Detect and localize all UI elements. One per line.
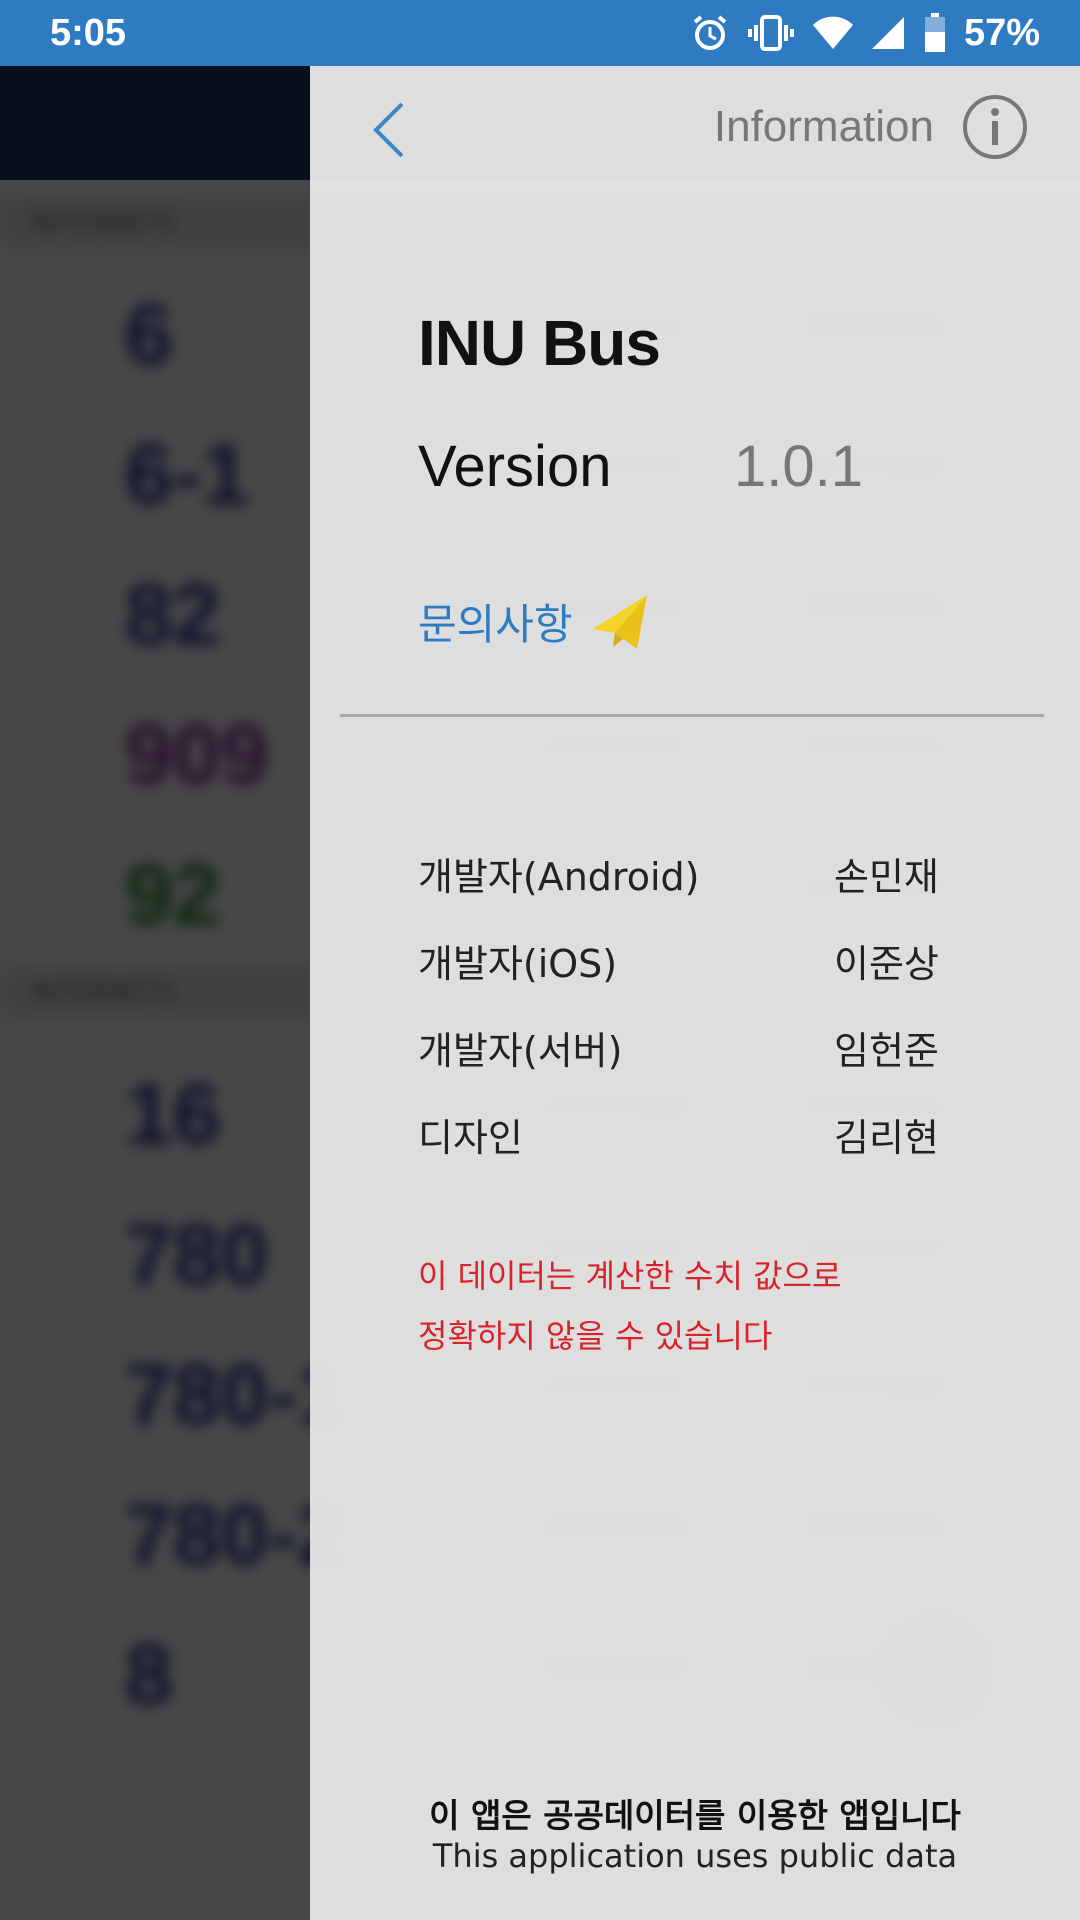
credit-row: 개발자(iOS) 이준상 [418, 933, 978, 1020]
header-title: Information [713, 102, 934, 151]
credit-role: 디자인 [418, 1116, 523, 1160]
credits-list: 개발자(Android) 손민재개발자(iOS) 이준상개발자(서버) 임헌준디자인 김… [418, 846, 978, 1194]
contact-label: 문의사항 [418, 600, 573, 649]
information-drawer: Information INU Bus Version 1.0.1 문의사항 개… [310, 66, 1080, 1920]
divider [340, 714, 1044, 717]
warning-line: 정확하지 않을 수 있습니다 [418, 1317, 773, 1355]
credit-row: 개발자(Android) 손민재 [418, 846, 978, 933]
data-warning: 이 데이터는 계산한 수치 값으로 정확하지 않을 수 있습니다 [418, 1246, 841, 1366]
credit-role: 개발자(서버) [418, 1029, 623, 1073]
alarm-icon [693, 15, 727, 50]
contact-link[interactable]: 문의사항 [418, 591, 649, 652]
vibrate-icon [747, 15, 794, 51]
info-icon [963, 95, 1027, 159]
paper-plane-icon [592, 594, 647, 649]
app-name: INU Bus [418, 307, 661, 379]
credit-name: 이준상 [834, 942, 939, 986]
credit-row: 디자인 김리현 [418, 1107, 978, 1194]
battery-percent: 57% [963, 11, 1040, 54]
status-bar: 5:05 57% [0, 0, 1080, 66]
credit-name: 김리현 [834, 1116, 939, 1160]
credit-name: 임헌준 [834, 1029, 939, 1073]
drawer-header: Information [310, 66, 1080, 192]
battery-icon [924, 13, 945, 52]
signal-icon [871, 17, 904, 49]
footer-english: This application uses public data [432, 1837, 958, 1875]
footer: 이 앱은 공공데이터를 이용한 앱입니다 This application us… [310, 1796, 1080, 1876]
chevron-left-icon [373, 102, 404, 158]
status-icons: 57% [690, 10, 1040, 56]
version-label: Version [418, 434, 612, 499]
back-button[interactable] [360, 96, 420, 164]
status-time: 5:05 [50, 12, 127, 54]
credit-role: 개발자(iOS) [418, 942, 618, 986]
info-button[interactable] [962, 94, 1028, 160]
credit-row: 개발자(서버) 임헌준 [418, 1020, 978, 1107]
credit-name: 손민재 [834, 855, 939, 899]
footer-korean: 이 앱은 공공데이터를 이용한 앱입니다 [429, 1796, 961, 1835]
version-value: 1.0.1 [734, 434, 863, 499]
warning-line: 이 데이터는 계산한 수치 값으로 [418, 1257, 842, 1295]
credit-role: 개발자(Android) [418, 855, 700, 899]
wifi-icon [812, 16, 853, 49]
